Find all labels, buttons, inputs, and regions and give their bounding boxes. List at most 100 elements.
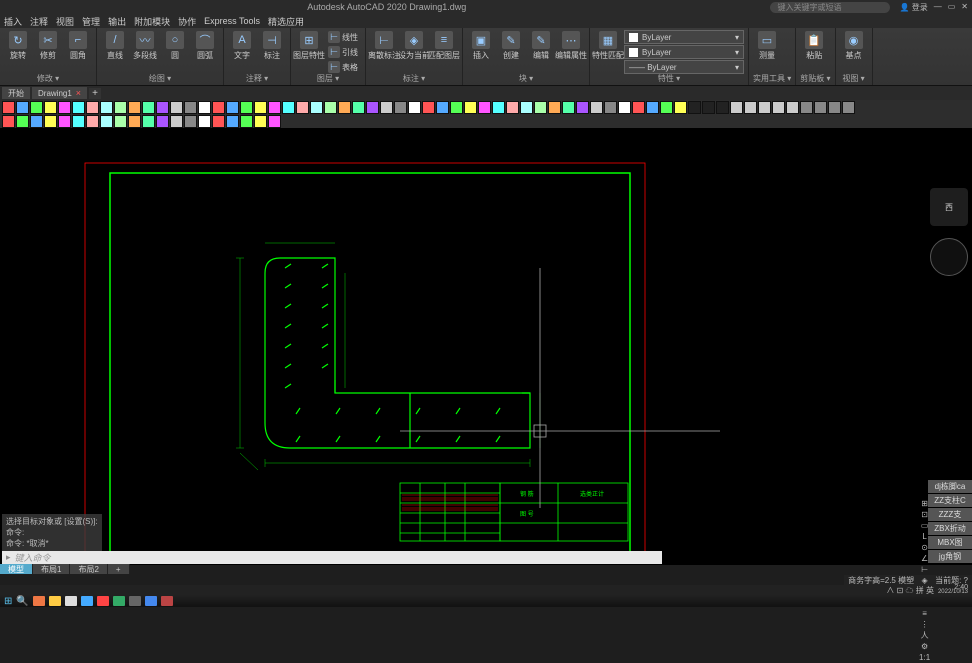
- toolbar-button[interactable]: [170, 115, 183, 128]
- ribbon-button[interactable]: ▦特性匹配: [594, 30, 622, 74]
- toolbar-button[interactable]: [184, 101, 197, 114]
- toolbar-button[interactable]: [674, 101, 687, 114]
- quick-button[interactable]: ZZZ支: [928, 508, 972, 521]
- close-icon[interactable]: ✕: [961, 2, 968, 13]
- toolbar-button[interactable]: [86, 101, 99, 114]
- ribbon-button[interactable]: ⊢表格: [325, 60, 361, 74]
- ribbon-tab[interactable]: 输出: [108, 15, 126, 28]
- close-tab-icon[interactable]: ×: [76, 88, 81, 98]
- toolbar-button[interactable]: [184, 115, 197, 128]
- toolbar-button[interactable]: [44, 101, 57, 114]
- taskbar-app[interactable]: [129, 596, 141, 606]
- toolbar-button[interactable]: [310, 101, 323, 114]
- toolbar-button[interactable]: [436, 101, 449, 114]
- ribbon-button[interactable]: ⊢引线: [325, 45, 361, 59]
- status-toggle[interactable]: ⊙: [919, 542, 930, 553]
- taskbar-app[interactable]: [33, 596, 45, 606]
- login-button[interactable]: 👤 登录: [900, 2, 928, 13]
- toolbar-button[interactable]: [660, 101, 673, 114]
- status-toggle[interactable]: ⚙: [919, 641, 930, 652]
- toolbar-button[interactable]: [142, 101, 155, 114]
- toolbar-button[interactable]: [72, 101, 85, 114]
- toolbar-button[interactable]: [240, 101, 253, 114]
- toolbar-button[interactable]: [86, 115, 99, 128]
- quick-button[interactable]: ZZ支柱C: [928, 494, 972, 507]
- toolbar-button[interactable]: [744, 101, 757, 114]
- toolbar-button[interactable]: [800, 101, 813, 114]
- toolbar-button[interactable]: [296, 101, 309, 114]
- add-tab-button[interactable]: +: [89, 88, 101, 99]
- toolbar-button[interactable]: [156, 101, 169, 114]
- toolbar-button[interactable]: [156, 115, 169, 128]
- quick-button[interactable]: ZBX折动: [928, 522, 972, 535]
- taskbar-app[interactable]: [81, 596, 93, 606]
- toolbar-button[interactable]: [44, 115, 57, 128]
- toolbar-button[interactable]: [2, 101, 15, 114]
- toolbar-button[interactable]: [632, 101, 645, 114]
- ribbon-tab[interactable]: Express Tools: [204, 16, 260, 26]
- toolbar-button[interactable]: [128, 115, 141, 128]
- toolbar-button[interactable]: [520, 101, 533, 114]
- toolbar-button[interactable]: [534, 101, 547, 114]
- toolbar-button[interactable]: [366, 101, 379, 114]
- toolbar-button[interactable]: [324, 101, 337, 114]
- toolbar-button[interactable]: [114, 101, 127, 114]
- toolbar-button[interactable]: [618, 101, 631, 114]
- toolbar-button[interactable]: [590, 101, 603, 114]
- toolbar-button[interactable]: [198, 101, 211, 114]
- toolbar-button[interactable]: [30, 101, 43, 114]
- toolbar-button[interactable]: [492, 101, 505, 114]
- toolbar-button[interactable]: [128, 101, 141, 114]
- ribbon-tab[interactable]: 插入: [4, 15, 22, 28]
- ribbon-button[interactable]: ⊣标注: [258, 30, 286, 74]
- toolbar-button[interactable]: [268, 101, 281, 114]
- drawing-canvas[interactable]: 钢 筋 选类正计 图 号 西: [0, 128, 972, 565]
- toolbar-button[interactable]: [212, 101, 225, 114]
- toolbar-button[interactable]: [212, 115, 225, 128]
- toolbar-button[interactable]: [646, 101, 659, 114]
- file-tab[interactable]: 开始: [2, 87, 30, 99]
- nav-wheel[interactable]: [930, 238, 968, 276]
- toolbar-button[interactable]: [478, 101, 491, 114]
- toolbar-button[interactable]: [142, 115, 155, 128]
- toolbar-button[interactable]: [30, 115, 43, 128]
- taskbar-app[interactable]: [145, 596, 157, 606]
- ribbon-button[interactable]: ✂修剪: [34, 30, 62, 74]
- ribbon-tab[interactable]: 视图: [56, 15, 74, 28]
- ribbon-button[interactable]: 〰多段线: [131, 30, 159, 74]
- ribbon-tab[interactable]: 管理: [82, 15, 100, 28]
- layer-combo[interactable]: —— ByLayer ▾: [624, 60, 744, 74]
- toolbar-button[interactable]: [422, 101, 435, 114]
- toolbar-button[interactable]: [408, 101, 421, 114]
- viewcube[interactable]: 西: [930, 188, 968, 226]
- model-tab[interactable]: 布局2: [70, 564, 107, 574]
- taskbar-app[interactable]: [161, 596, 173, 606]
- ribbon-button[interactable]: ✎编辑: [527, 30, 555, 74]
- quick-button[interactable]: MBX图: [928, 536, 972, 549]
- ribbon-button[interactable]: ▣插入: [467, 30, 495, 74]
- status-toggle[interactable]: ⊞: [919, 498, 930, 509]
- toolbar-button[interactable]: [562, 101, 575, 114]
- toolbar-button[interactable]: [338, 101, 351, 114]
- toolbar-button[interactable]: [2, 115, 15, 128]
- toolbar-button[interactable]: [352, 101, 365, 114]
- command-input[interactable]: ▸ 键入命令: [2, 551, 662, 564]
- taskbar-app[interactable]: [49, 596, 61, 606]
- ribbon-button[interactable]: ◉基点: [840, 30, 868, 74]
- toolbar-button[interactable]: [548, 101, 561, 114]
- toolbar-button[interactable]: [226, 101, 239, 114]
- ribbon-button[interactable]: ⊢线性: [325, 30, 361, 44]
- ribbon-button[interactable]: ◈设为当前: [400, 30, 428, 74]
- toolbar-button[interactable]: [72, 115, 85, 128]
- toolbar-button[interactable]: [814, 101, 827, 114]
- toolbar-button[interactable]: [240, 115, 253, 128]
- ribbon-button[interactable]: ▭测量: [753, 30, 781, 74]
- status-toggle[interactable]: L: [919, 531, 930, 542]
- ribbon-button[interactable]: ↻旋转: [4, 30, 32, 74]
- toolbar-button[interactable]: [716, 101, 729, 114]
- toolbar-button[interactable]: [282, 101, 295, 114]
- help-search[interactable]: 键入关键字或短语: [770, 2, 890, 13]
- toolbar-button[interactable]: [702, 101, 715, 114]
- toolbar-button[interactable]: [254, 101, 267, 114]
- ribbon-button[interactable]: ✎创建: [497, 30, 525, 74]
